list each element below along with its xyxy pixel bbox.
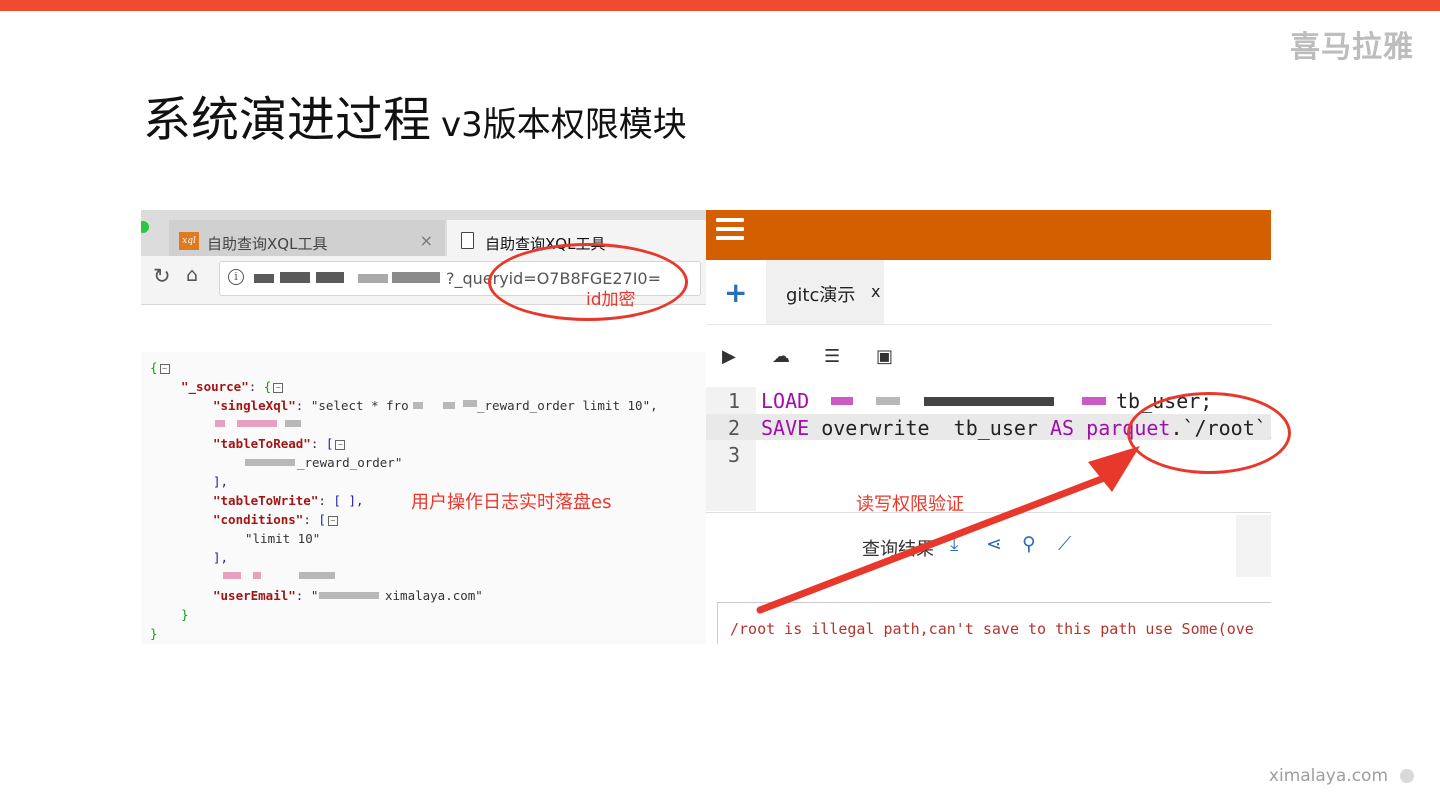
redacted-pixels — [285, 420, 301, 427]
result-toolbar: 查询结果 ⤓ ⋖ ⚲ ⟋ — [706, 515, 1236, 577]
redacted-pixels — [831, 397, 853, 405]
editor-tab-row: + gitc演示 x — [706, 260, 1271, 325]
json-value: ximalaya.com" — [385, 588, 483, 603]
close-tab-icon[interactable]: x — [871, 282, 880, 301]
code-text: overwrite tb_user — [821, 416, 1038, 440]
redacted-pixels — [245, 459, 295, 466]
slide-title-sub: v3版本权限模块 — [441, 105, 687, 145]
indent-icon[interactable]: ☰ — [824, 346, 840, 367]
error-message-box: /root is illegal path,can't save to this… — [717, 602, 1271, 644]
divider — [706, 512, 1271, 513]
redacted-pixels — [443, 402, 455, 409]
line-number: 1 — [728, 389, 741, 413]
editor-tab[interactable]: gitc演示 x — [766, 260, 884, 324]
json-value: "select * fro — [310, 398, 409, 413]
cloud-upload-icon[interactable]: ☁ — [772, 346, 790, 367]
json-key: "tableToWrite" — [213, 493, 319, 508]
redacted-pixels — [223, 572, 241, 579]
json-brace: {− — [150, 360, 170, 375]
collapse-toggle-icon[interactable]: − — [273, 382, 284, 393]
info-icon[interactable]: i — [228, 269, 244, 285]
redacted-pixels — [299, 572, 335, 579]
json-line-tabletowrite: "tableToWrite": [ ], — [213, 493, 364, 508]
redacted-pixels — [1082, 397, 1106, 405]
document-icon — [461, 232, 474, 249]
code-keyword: SAVE — [761, 416, 810, 440]
home-icon[interactable]: ⌂ — [186, 264, 198, 286]
ximalaya-logo: 喜马拉雅 — [1290, 30, 1414, 65]
json-open-brace: { — [150, 360, 158, 375]
redacted-pixels — [924, 397, 1054, 406]
slide-top-accent-bar — [0, 0, 1440, 11]
json-bracket: ], — [213, 550, 229, 565]
json-key: "conditions" — [213, 512, 304, 527]
result-side-panel — [1236, 515, 1271, 577]
redacted-url-block — [280, 272, 310, 283]
json-bracket: ], — [213, 474, 229, 489]
browser-tab-1-label: 自助查询XQL工具 — [207, 235, 328, 253]
redacted-url-block — [392, 272, 440, 283]
add-tab-button[interactable]: + — [724, 276, 747, 309]
chart-icon[interactable]: ⟋ — [1058, 533, 1071, 555]
app-header-bar — [706, 210, 1271, 260]
json-key: "userEmail" — [213, 588, 296, 603]
save-icon[interactable]: ▣ — [876, 346, 893, 367]
error-message: /root is illegal path,can't save to this… — [730, 620, 1254, 638]
redacted-pixels — [876, 397, 900, 405]
code-keyword: AS — [1050, 416, 1075, 440]
slide-title-main: 系统演进过程 — [143, 92, 432, 148]
redacted-pixels — [319, 592, 379, 599]
close-tab-icon[interactable]: × — [420, 231, 433, 250]
json-line-useremail: "userEmail": " — [213, 588, 319, 603]
redacted-pixels — [413, 402, 423, 409]
xql-favicon-icon: xql — [179, 232, 199, 250]
collapse-toggle-icon[interactable]: − — [335, 439, 346, 450]
code-keyword: LOAD — [761, 389, 810, 413]
line-number: 2 — [728, 416, 741, 440]
json-value: _reward_order limit 10", — [477, 398, 658, 413]
browser-tab-1[interactable]: xql 自助查询XQL工具 × — [169, 220, 445, 256]
footer-brand: ximalaya.com — [1268, 766, 1388, 786]
reload-icon[interactable]: ↻ — [153, 264, 171, 288]
footer-dot — [1400, 769, 1414, 783]
window-control-dot[interactable] — [141, 221, 149, 233]
annotation-log-es: 用户操作日志实时落盘es — [411, 492, 612, 513]
slide-title: 系统演进过程 v3版本权限模块 — [143, 80, 687, 150]
run-icon[interactable]: ▶ — [722, 346, 736, 367]
collapse-toggle-icon[interactable]: − — [327, 515, 338, 526]
download-icon[interactable]: ⤓ — [950, 533, 958, 555]
redacted-pixels — [215, 420, 225, 427]
collapse-toggle-icon[interactable]: − — [159, 363, 170, 374]
hamburger-menu-icon[interactable] — [716, 218, 744, 245]
json-value: [ ], — [333, 493, 364, 508]
json-key: "_source" — [181, 379, 249, 394]
json-key: "tableToRead" — [213, 436, 311, 451]
line-number: 3 — [728, 443, 741, 467]
redacted-pixels — [463, 400, 477, 407]
json-brace: } — [150, 626, 158, 641]
json-value: _reward_order" — [297, 455, 403, 470]
annotation-circle-path — [1127, 392, 1291, 474]
json-line-conditions: "conditions": [− — [213, 512, 338, 527]
redacted-url-block — [254, 274, 274, 283]
result-label: 查询结果 — [862, 539, 934, 560]
redacted-url-block — [358, 274, 388, 283]
json-key: "singleXql" — [213, 398, 296, 413]
json-line-source: "_source": {− — [181, 379, 284, 394]
annotation-circle-url — [488, 243, 688, 321]
editor-toolbar: ▶ ☁ ☰ ▣ — [706, 336, 1271, 378]
json-value: "limit 10" — [245, 531, 321, 546]
json-brace: } — [181, 607, 189, 622]
editor-tab-label: gitc演示 — [786, 285, 856, 306]
redacted-pixels — [253, 572, 261, 579]
annotation-permission-verify: 读写权限验证 — [856, 494, 964, 515]
json-line-singlexql: "singleXql": "select * fro — [213, 398, 409, 413]
json-line-tabletoread: "tableToRead": [− — [213, 436, 346, 451]
search-icon[interactable]: ⚲ — [1022, 533, 1036, 555]
redacted-pixels — [237, 420, 277, 427]
redacted-url-block — [316, 272, 344, 283]
share-icon[interactable]: ⋖ — [986, 533, 1002, 555]
